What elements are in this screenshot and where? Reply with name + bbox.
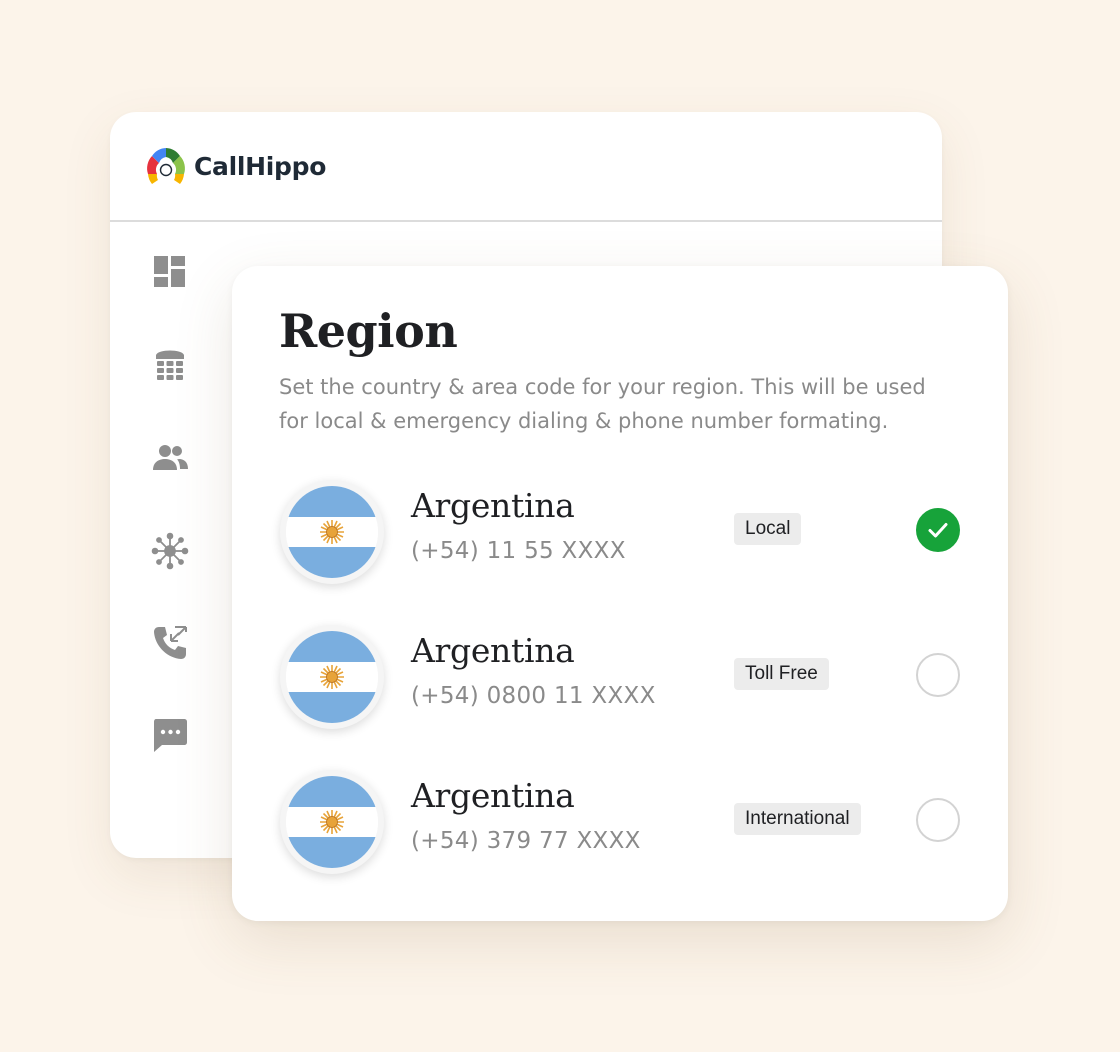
- region-option-local[interactable]: Argentina (+54) 11 55 XXXX Local: [280, 480, 970, 586]
- argentina-flag-icon: [286, 776, 378, 868]
- sidebar-item-messages[interactable]: [148, 713, 192, 757]
- app-header: CallHippo: [110, 112, 942, 222]
- phone-format: (+54) 379 77 XXXX: [411, 828, 641, 854]
- contacts-icon: [153, 445, 188, 470]
- radio-selected[interactable]: [916, 508, 960, 552]
- country-name: Argentina: [411, 776, 575, 815]
- country-name: Argentina: [411, 631, 575, 670]
- region-option-toll-free[interactable]: Argentina (+54) 0800 11 XXXX Toll Free: [280, 625, 970, 731]
- number-type-badge: International: [734, 803, 861, 835]
- number-type-badge: Toll Free: [734, 658, 829, 690]
- flag-badge: [280, 770, 384, 874]
- region-option-international[interactable]: Argentina (+54) 379 77 XXXX Internationa…: [280, 770, 970, 876]
- sun-of-may-icon: [320, 664, 344, 689]
- call-logs-icon: [154, 626, 187, 659]
- flag-badge: [280, 480, 384, 584]
- dialpad-icon: [156, 350, 184, 380]
- radio-unselected[interactable]: [916, 653, 960, 697]
- region-title: Region: [279, 304, 458, 358]
- number-type-badge: Local: [734, 513, 802, 545]
- flag-badge: [280, 625, 384, 729]
- sun-of-may-icon: [320, 519, 344, 544]
- argentina-flag-icon: [286, 486, 378, 578]
- phone-format: (+54) 11 55 XXXX: [411, 538, 626, 564]
- phone-format: (+54) 0800 11 XXXX: [411, 683, 656, 709]
- messages-icon: [154, 719, 187, 752]
- stage: CallHippo Region Set the country & area …: [0, 0, 1120, 1052]
- brand-name: CallHippo: [194, 151, 327, 181]
- argentina-flag-icon: [286, 631, 378, 723]
- region-panel: Region Set the country & area code for y…: [232, 266, 1008, 921]
- region-description: Set the country & area code for your reg…: [279, 375, 926, 433]
- brand-logo[interactable]: CallHippo: [144, 144, 326, 188]
- dashboard-icon: [154, 256, 185, 287]
- sidebar-item-dialer[interactable]: [148, 344, 192, 388]
- sidebar-item-call-logs[interactable]: [148, 621, 192, 665]
- sidebar-item-contacts[interactable]: [148, 436, 192, 480]
- checkmark-icon: [928, 523, 948, 538]
- sidebar-item-dashboard[interactable]: [148, 250, 192, 294]
- callhippo-logo-icon: [147, 148, 185, 184]
- country-name: Argentina: [411, 486, 575, 525]
- sun-of-may-icon: [320, 809, 344, 834]
- radio-unselected[interactable]: [916, 798, 960, 842]
- sidebar-item-integrations[interactable]: [148, 529, 192, 573]
- integrations-icon: [151, 532, 189, 570]
